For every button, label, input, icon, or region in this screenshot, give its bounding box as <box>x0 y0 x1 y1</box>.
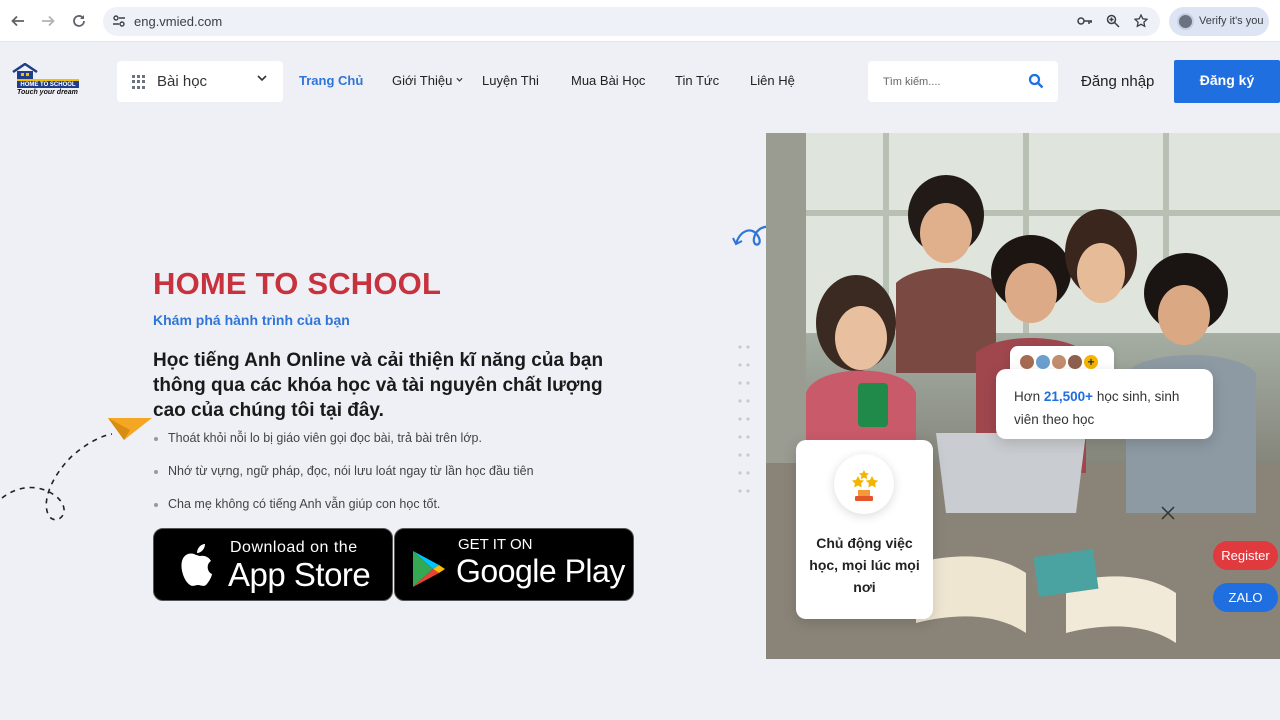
students-prefix: Hơn <box>1014 389 1044 404</box>
key-icon[interactable] <box>1076 12 1094 30</box>
login-link[interactable]: Đăng nhập <box>1081 73 1154 90</box>
chevron-down-icon <box>257 73 267 85</box>
list-item: Thoát khỏi nỗi lo bị giáo viên gọi đọc b… <box>153 430 534 463</box>
url-text: eng.vmied.com <box>134 14 223 29</box>
star-icon[interactable] <box>1132 12 1150 30</box>
profile-icon <box>1177 13 1194 30</box>
nav-buy-lessons[interactable]: Mua Bài Học <box>571 73 645 88</box>
search-input[interactable]: Tìm kiếm.... <box>868 61 1058 102</box>
chevron-down-icon <box>456 77 463 82</box>
nav-about[interactable]: Giới Thiệu <box>392 73 463 88</box>
hero-description: Học tiếng Anh Online và cải thiện kĩ năn… <box>153 350 604 421</box>
list-item: Nhớ từ vựng, ngữ pháp, đọc, nói lưu loát… <box>153 463 534 496</box>
flexible-learning-text: Chủ động việc học, mọi lúc mọi nơi <box>809 535 920 595</box>
category-dropdown[interactable]: Bài học <box>117 61 283 102</box>
nav-news[interactable]: Tin Tức <box>675 73 719 88</box>
nav-about-label: Giới Thiệu <box>392 73 453 88</box>
site-header: HOME TO SCHOOL Touch your dream Bài học … <box>0 43 1280 119</box>
logo-text: HOME TO SCHOOL <box>17 79 79 88</box>
floating-zalo-button[interactable]: ZALO <box>1213 583 1278 612</box>
browser-toolbar: eng.vmied.com Verify it's you <box>0 0 1280 42</box>
apple-icon <box>181 544 212 586</box>
back-icon[interactable] <box>7 10 29 32</box>
flexible-learning-card: Chủ động việc học, mọi lúc mọi nơi <box>796 440 933 619</box>
paper-plane-icon <box>1 418 152 521</box>
app-store-small-text: Download on the <box>230 539 358 556</box>
address-bar[interactable]: eng.vmied.com <box>103 7 1160 36</box>
logo-tagline: Touch your dream <box>17 89 78 96</box>
forward-icon[interactable] <box>37 10 59 32</box>
list-item: Cha mẹ không có tiếng Anh vẫn giúp con h… <box>153 496 534 529</box>
search-placeholder: Tìm kiếm.... <box>883 76 941 88</box>
students-count: 21,500+ <box>1043 389 1094 404</box>
hero-subtitle: Khám phá hành trình của bạn <box>153 312 350 328</box>
nav-contact[interactable]: Liên Hệ <box>750 73 795 88</box>
house-icon <box>12 63 38 79</box>
verify-label: Verify it's you <box>1199 15 1264 27</box>
trophy-icon <box>852 470 878 501</box>
google-play-button[interactable]: GET IT ON Google Play <box>394 528 634 601</box>
floating-register-button[interactable]: Register <box>1213 541 1278 570</box>
google-play-big-text: Google Play <box>456 553 625 589</box>
zoom-icon[interactable] <box>1104 12 1122 30</box>
search-icon[interactable] <box>1028 73 1044 89</box>
category-label: Bài học <box>157 73 208 90</box>
register-button[interactable]: Đăng ký <box>1174 60 1280 103</box>
app-store-big-text: App Store <box>228 556 371 593</box>
profile-verify-chip[interactable]: Verify it's you <box>1169 7 1269 36</box>
benefit-list: Thoát khỏi nỗi lo bị giáo viên gọi đọc b… <box>153 430 534 529</box>
nav-home[interactable]: Trang Chủ <box>299 73 363 88</box>
grid-icon <box>132 75 146 89</box>
app-store-button[interactable]: Download on the App Store <box>153 528 393 601</box>
site-logo[interactable]: HOME TO SCHOOL Touch your dream <box>11 63 83 97</box>
reload-icon[interactable] <box>68 10 90 32</box>
hero-title: HOME TO SCHOOL <box>153 266 442 301</box>
dot-grid-decoration <box>738 345 750 493</box>
nav-exam-prep[interactable]: Luyện Thi <box>482 73 539 88</box>
close-icon[interactable] <box>1160 505 1176 521</box>
google-play-small-text: GET IT ON <box>458 536 533 553</box>
google-play-icon <box>413 551 445 587</box>
site-settings-icon[interactable] <box>111 13 127 29</box>
students-count-card: Hơn 21,500+ học sinh, sinh viên theo học <box>996 369 1213 439</box>
